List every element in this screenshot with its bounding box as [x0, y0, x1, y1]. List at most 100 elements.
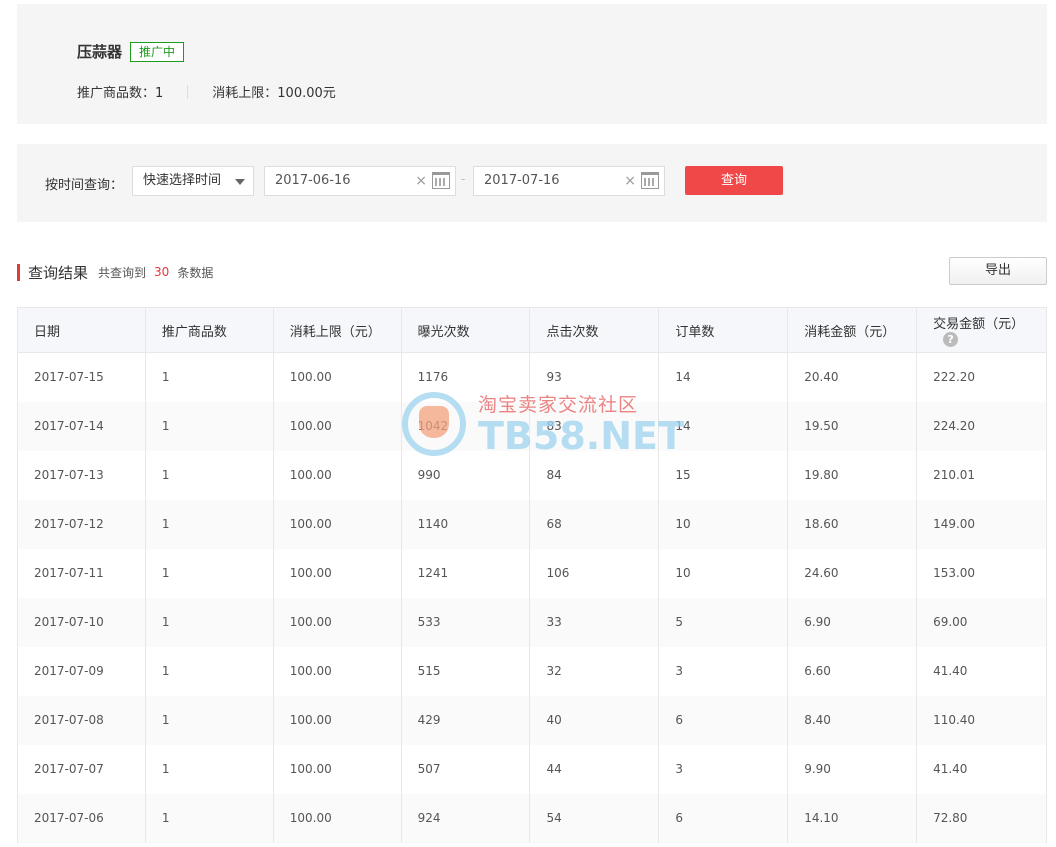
- table-row: 2017-07-07 1 100.00 507 44 3 9.90 41.40: [17, 744, 1047, 794]
- results-table: 日期 推广商品数 消耗上限（元） 曝光次数 点击次数 订单数 消耗金额（元） 交…: [17, 307, 1047, 843]
- campaign-stats: 推广商品数：1 消耗上限：100.00元: [77, 82, 336, 101]
- table-cell: 24.60: [787, 548, 918, 598]
- table-cell: 3: [658, 744, 789, 794]
- table-cell: 44: [529, 744, 660, 794]
- status-badge: 推广中: [130, 41, 185, 62]
- table-cell: 2017-07-13: [17, 450, 146, 500]
- divider: [187, 84, 189, 99]
- quick-time-select[interactable]: 快速选择时间: [132, 166, 254, 196]
- table-cell: 2017-07-09: [17, 646, 146, 696]
- table-row: 2017-07-09 1 100.00 515 32 3 6.60 41.40: [17, 646, 1047, 696]
- start-date-value: 2017-06-16: [275, 173, 351, 188]
- end-date-value: 2017-07-16: [484, 173, 560, 188]
- table-cell: 533: [400, 597, 531, 647]
- table-cell: 1176: [400, 352, 531, 402]
- table-cell: 54: [529, 793, 660, 843]
- table-cell: 1: [144, 597, 274, 647]
- help-icon[interactable]: ?: [943, 332, 959, 347]
- table-cell: 84: [529, 450, 660, 500]
- table-cell: 20.40: [787, 352, 918, 402]
- table-cell: 507: [400, 744, 531, 794]
- table-cell: 100.00: [272, 793, 402, 843]
- table-cell: 2017-07-07: [17, 744, 146, 794]
- table-cell: 1042: [400, 401, 531, 451]
- table-cell: 1: [144, 695, 274, 745]
- table-cell: 10: [658, 499, 789, 549]
- table-cell: 83: [529, 401, 660, 451]
- table-cell: 1: [144, 352, 274, 402]
- table-cell: 2017-07-12: [17, 499, 146, 549]
- table-cell: 6.90: [787, 597, 918, 647]
- filter-label: 按时间查询：: [45, 178, 124, 193]
- query-button[interactable]: 查询: [685, 166, 783, 195]
- column-header-gmv-label: 交易金额（元）: [933, 317, 1025, 332]
- table-cell: 69.00: [916, 597, 1047, 647]
- results-prefix: 共查询到: [98, 265, 147, 280]
- table-cell: 41.40: [916, 646, 1047, 696]
- table-cell: 429: [400, 695, 531, 745]
- table-cell: 100.00: [272, 548, 402, 598]
- table-cell: 10: [658, 548, 789, 598]
- table-cell: 1140: [400, 499, 531, 549]
- calendar-icon[interactable]: [641, 172, 659, 189]
- clear-icon[interactable]: ×: [624, 167, 636, 195]
- table-cell: 19.80: [787, 450, 918, 500]
- table-cell: 2017-07-14: [17, 401, 146, 451]
- table-cell: 14: [658, 401, 789, 451]
- table-cell: 41.40: [916, 744, 1047, 794]
- table-cell: 15: [658, 450, 789, 500]
- table-cell: 18.60: [787, 499, 918, 549]
- table-cell: 990: [400, 450, 531, 500]
- table-cell: 8.40: [787, 695, 918, 745]
- column-header-impressions: 曝光次数: [400, 307, 531, 353]
- table-cell: 100.00: [272, 450, 402, 500]
- table-cell: 2017-07-10: [17, 597, 146, 647]
- table-header-row: 日期 推广商品数 消耗上限（元） 曝光次数 点击次数 订单数 消耗金额（元） 交…: [17, 307, 1047, 353]
- table-cell: 515: [400, 646, 531, 696]
- table-cell: 224.20: [916, 401, 1047, 451]
- table-cell: 1: [144, 744, 274, 794]
- table-cell: 210.01: [916, 450, 1047, 500]
- column-header-gmv: 交易金额（元）?: [916, 307, 1047, 353]
- table-cell: 100.00: [272, 401, 402, 451]
- table-cell: 106: [529, 548, 660, 598]
- table-cell: 9.90: [787, 744, 918, 794]
- table-cell: 5: [658, 597, 789, 647]
- results-suffix: 条数据: [177, 265, 214, 280]
- chevron-down-icon: [235, 179, 245, 185]
- table-row: 2017-07-06 1 100.00 924 54 6 14.10 72.80: [17, 793, 1047, 843]
- campaign-name: 压蒜器: [77, 43, 123, 61]
- table-row: 2017-07-10 1 100.00 533 33 5 6.90 69.00: [17, 597, 1047, 647]
- table-cell: 2017-07-06: [17, 793, 146, 843]
- quick-time-select-value: 快速选择时间: [143, 173, 222, 188]
- table-cell: 33: [529, 597, 660, 647]
- table-cell: 2017-07-15: [17, 352, 146, 402]
- table-cell: 149.00: [916, 499, 1047, 549]
- table-cell: 1: [144, 793, 274, 843]
- calendar-icon[interactable]: [432, 172, 450, 189]
- results-count: 30: [154, 265, 170, 279]
- export-button[interactable]: 导出: [949, 257, 1047, 285]
- date-filter-bar: 按时间查询： 快速选择时间 2017-06-16 × - 2017-07-16 …: [17, 144, 1047, 222]
- column-header-budget: 消耗上限（元）: [272, 307, 402, 353]
- table-cell: 14: [658, 352, 789, 402]
- column-header-clicks: 点击次数: [529, 307, 660, 353]
- table-cell: 32: [529, 646, 660, 696]
- table-row: 2017-07-12 1 100.00 1140 68 10 18.60 149.00: [17, 499, 1047, 549]
- table-row: 2017-07-11 1 100.00 1241 106 10 24.60 153.00: [17, 548, 1047, 598]
- clear-icon[interactable]: ×: [415, 167, 427, 195]
- table-cell: 1: [144, 548, 274, 598]
- table-cell: 1: [144, 646, 274, 696]
- budget-limit: 消耗上限：100.00元: [212, 86, 336, 101]
- table-cell: 2017-07-08: [17, 695, 146, 745]
- column-header-product-count: 推广商品数: [144, 307, 274, 353]
- start-date-input[interactable]: 2017-06-16 ×: [264, 166, 456, 196]
- table-cell: 14.10: [787, 793, 918, 843]
- table-cell: 6: [658, 695, 789, 745]
- end-date-input[interactable]: 2017-07-16 ×: [473, 166, 665, 196]
- table-cell: 40: [529, 695, 660, 745]
- table-cell: 100.00: [272, 646, 402, 696]
- table-row: 2017-07-14 1 100.00 1042 83 14 19.50 224.20: [17, 401, 1047, 451]
- table-cell: 1: [144, 450, 274, 500]
- table-cell: 100.00: [272, 695, 402, 745]
